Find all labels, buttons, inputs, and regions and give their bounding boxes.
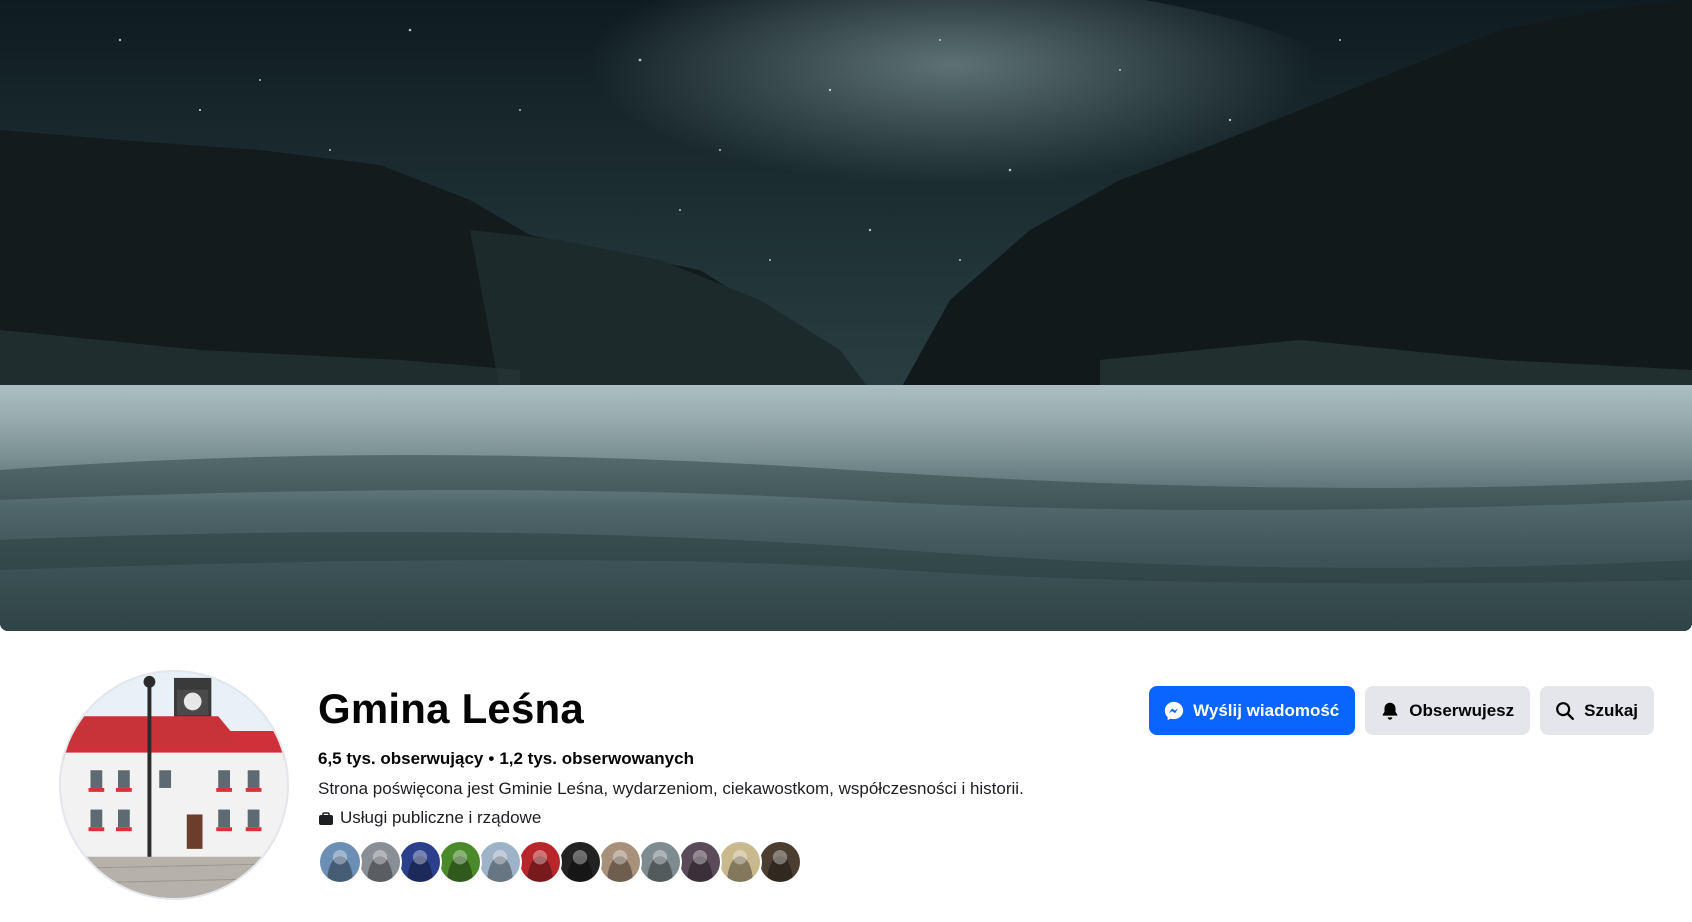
cover-photo[interactable] bbox=[0, 0, 1692, 631]
messenger-icon bbox=[1163, 700, 1185, 722]
follower-avatar[interactable] bbox=[318, 840, 362, 884]
category-label: Usługi publiczne i rządowe bbox=[340, 808, 542, 827]
page-description: Strona poświęcona jest Gminie Leśna, wyd… bbox=[318, 779, 1024, 798]
profile-picture[interactable] bbox=[59, 670, 289, 900]
page-header: Gmina Leśna 6,5 tys. obserwujący • 1,2 tys… bbox=[0, 0, 1692, 922]
briefcase-icon bbox=[318, 810, 334, 826]
town-hall-photo bbox=[61, 672, 287, 898]
cover-image bbox=[0, 0, 1692, 631]
search-icon bbox=[1554, 700, 1576, 722]
follower-avatar[interactable] bbox=[718, 840, 762, 884]
following-label: Obserwujesz bbox=[1409, 700, 1515, 720]
follower-avatar[interactable] bbox=[438, 840, 482, 884]
following-button[interactable]: Obserwujesz bbox=[1365, 686, 1531, 735]
follower-avatar[interactable] bbox=[678, 840, 722, 884]
send-message-button[interactable]: Wyślij wiadomość bbox=[1149, 686, 1356, 735]
send-message-label: Wyślij wiadomość bbox=[1193, 700, 1340, 720]
search-button[interactable]: Szukaj bbox=[1540, 686, 1654, 735]
page-title[interactable]: Gmina Leśna bbox=[318, 680, 1118, 738]
follower-avatar[interactable] bbox=[518, 840, 562, 884]
stats-separator: • bbox=[488, 749, 495, 768]
follower-avatar[interactable] bbox=[638, 840, 682, 884]
search-label: Szukaj bbox=[1584, 700, 1638, 720]
page-stats: 6,5 tys. obserwujący • 1,2 tys. obserwowan… bbox=[318, 748, 1118, 770]
follower-avatar[interactable] bbox=[758, 840, 802, 884]
page-category: Usługi publiczne i rządowe bbox=[318, 806, 1118, 830]
follower-avatars bbox=[318, 840, 802, 884]
follower-avatar[interactable] bbox=[398, 840, 442, 884]
follower-avatar[interactable] bbox=[358, 840, 402, 884]
follower-avatar[interactable] bbox=[598, 840, 642, 884]
follower-avatar[interactable] bbox=[558, 840, 602, 884]
following-count[interactable]: 1,2 tys. obserwowanych bbox=[499, 749, 694, 768]
page-info: Gmina Leśna 6,5 tys. obserwujący • 1,2 tys… bbox=[318, 680, 1118, 830]
page-actions: Wyślij wiadomość Obserwujesz Szukaj bbox=[1149, 686, 1654, 735]
follower-avatar[interactable] bbox=[478, 840, 522, 884]
bell-icon bbox=[1379, 700, 1401, 722]
followers-count[interactable]: 6,5 tys. obserwujący bbox=[318, 749, 483, 768]
